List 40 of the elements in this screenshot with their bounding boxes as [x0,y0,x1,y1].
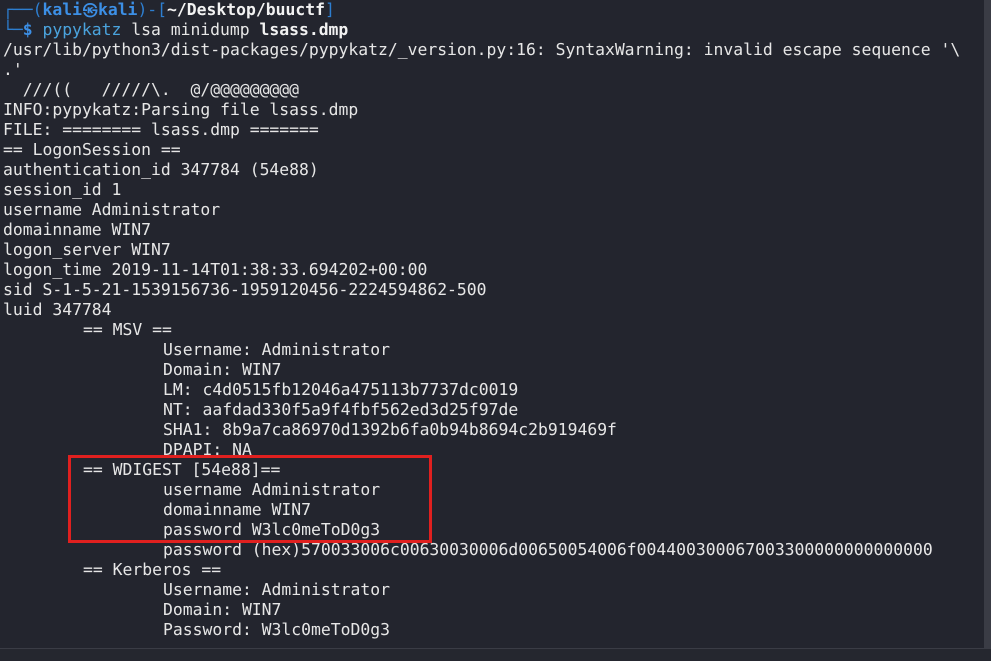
command-name: pypykatz [42,20,122,40]
output-line: SHA1: 8b9a7ca86970d1392b6fa0b94b8694c2b919469f [163,420,617,440]
output-line: INFO:pypykatz:Parsing file lsass.dmp [3,100,358,120]
output-line: == MSV == [83,320,172,340]
output-line: luid 347784 [3,300,112,320]
output-line: logon_time 2019-11-14T01:38:33.694202+00:00 [3,260,428,280]
output-line: password (hex)570033006c00630030006d00650054006f004400300067003300000000000000 [163,540,933,560]
output-line: domainname WIN7 [163,500,312,520]
output-line: Password: W3lc0meToD0g3 [163,620,390,640]
output-line: == Kerberos == [83,560,222,580]
output-line: LM: c4d0515fb12046a475113b7737dc0019 [163,380,518,400]
output-line: /usr/lib/python3/dist-packages/pypykatz/_version.py:16: SyntaxWarning: invalid escape sequence '\ [3,40,960,60]
output-line: username Administrator [163,480,380,500]
output-line: Username: Administrator [163,580,390,600]
output-line: domainname WIN7 [3,220,152,240]
output-line: DPAPI: NA [163,440,252,460]
prompt-frame: ] [324,0,335,20]
output-line: password W3lc0meToD0g3 [163,520,380,540]
prompt-frame: └─ [3,20,23,40]
output-line: Domain: WIN7 [163,360,282,380]
output-line: .' [3,60,23,80]
prompt-frame: )-[ [137,0,168,20]
output-line: session_id 1 [3,180,122,200]
working-directory: ~/Desktop/buuctf [167,0,325,20]
user-host: kali㉿kali [42,0,138,20]
output-line: ///(( /////\. @/@@@@@@@@@ [22,80,300,100]
output-line: Domain: WIN7 [163,600,282,620]
prompt-symbol: $ [22,20,33,40]
output-line: logon_server WIN7 [3,240,171,260]
output-line: FILE: ======== lsass.dmp ======= [3,120,319,140]
output-line: sid S-1-5-21-1539156736-1959120456-2224594862-500 [3,280,487,300]
output-line: authentication_id 347784 (54e88) [3,160,319,180]
command-file: lsass.dmp [259,20,348,40]
output-line: == WDIGEST [54e88]== [83,460,280,480]
output-line: NT: aafdad330f5a9f4fbf562ed3d25f97de [163,400,518,420]
prompt-frame: ┌──( [3,0,42,20]
output-line: == LogonSession == [3,140,181,160]
output-line: Username: Administrator [163,340,390,360]
command-arguments: lsa minidump [131,20,250,40]
output-line: username Administrator [3,200,220,220]
